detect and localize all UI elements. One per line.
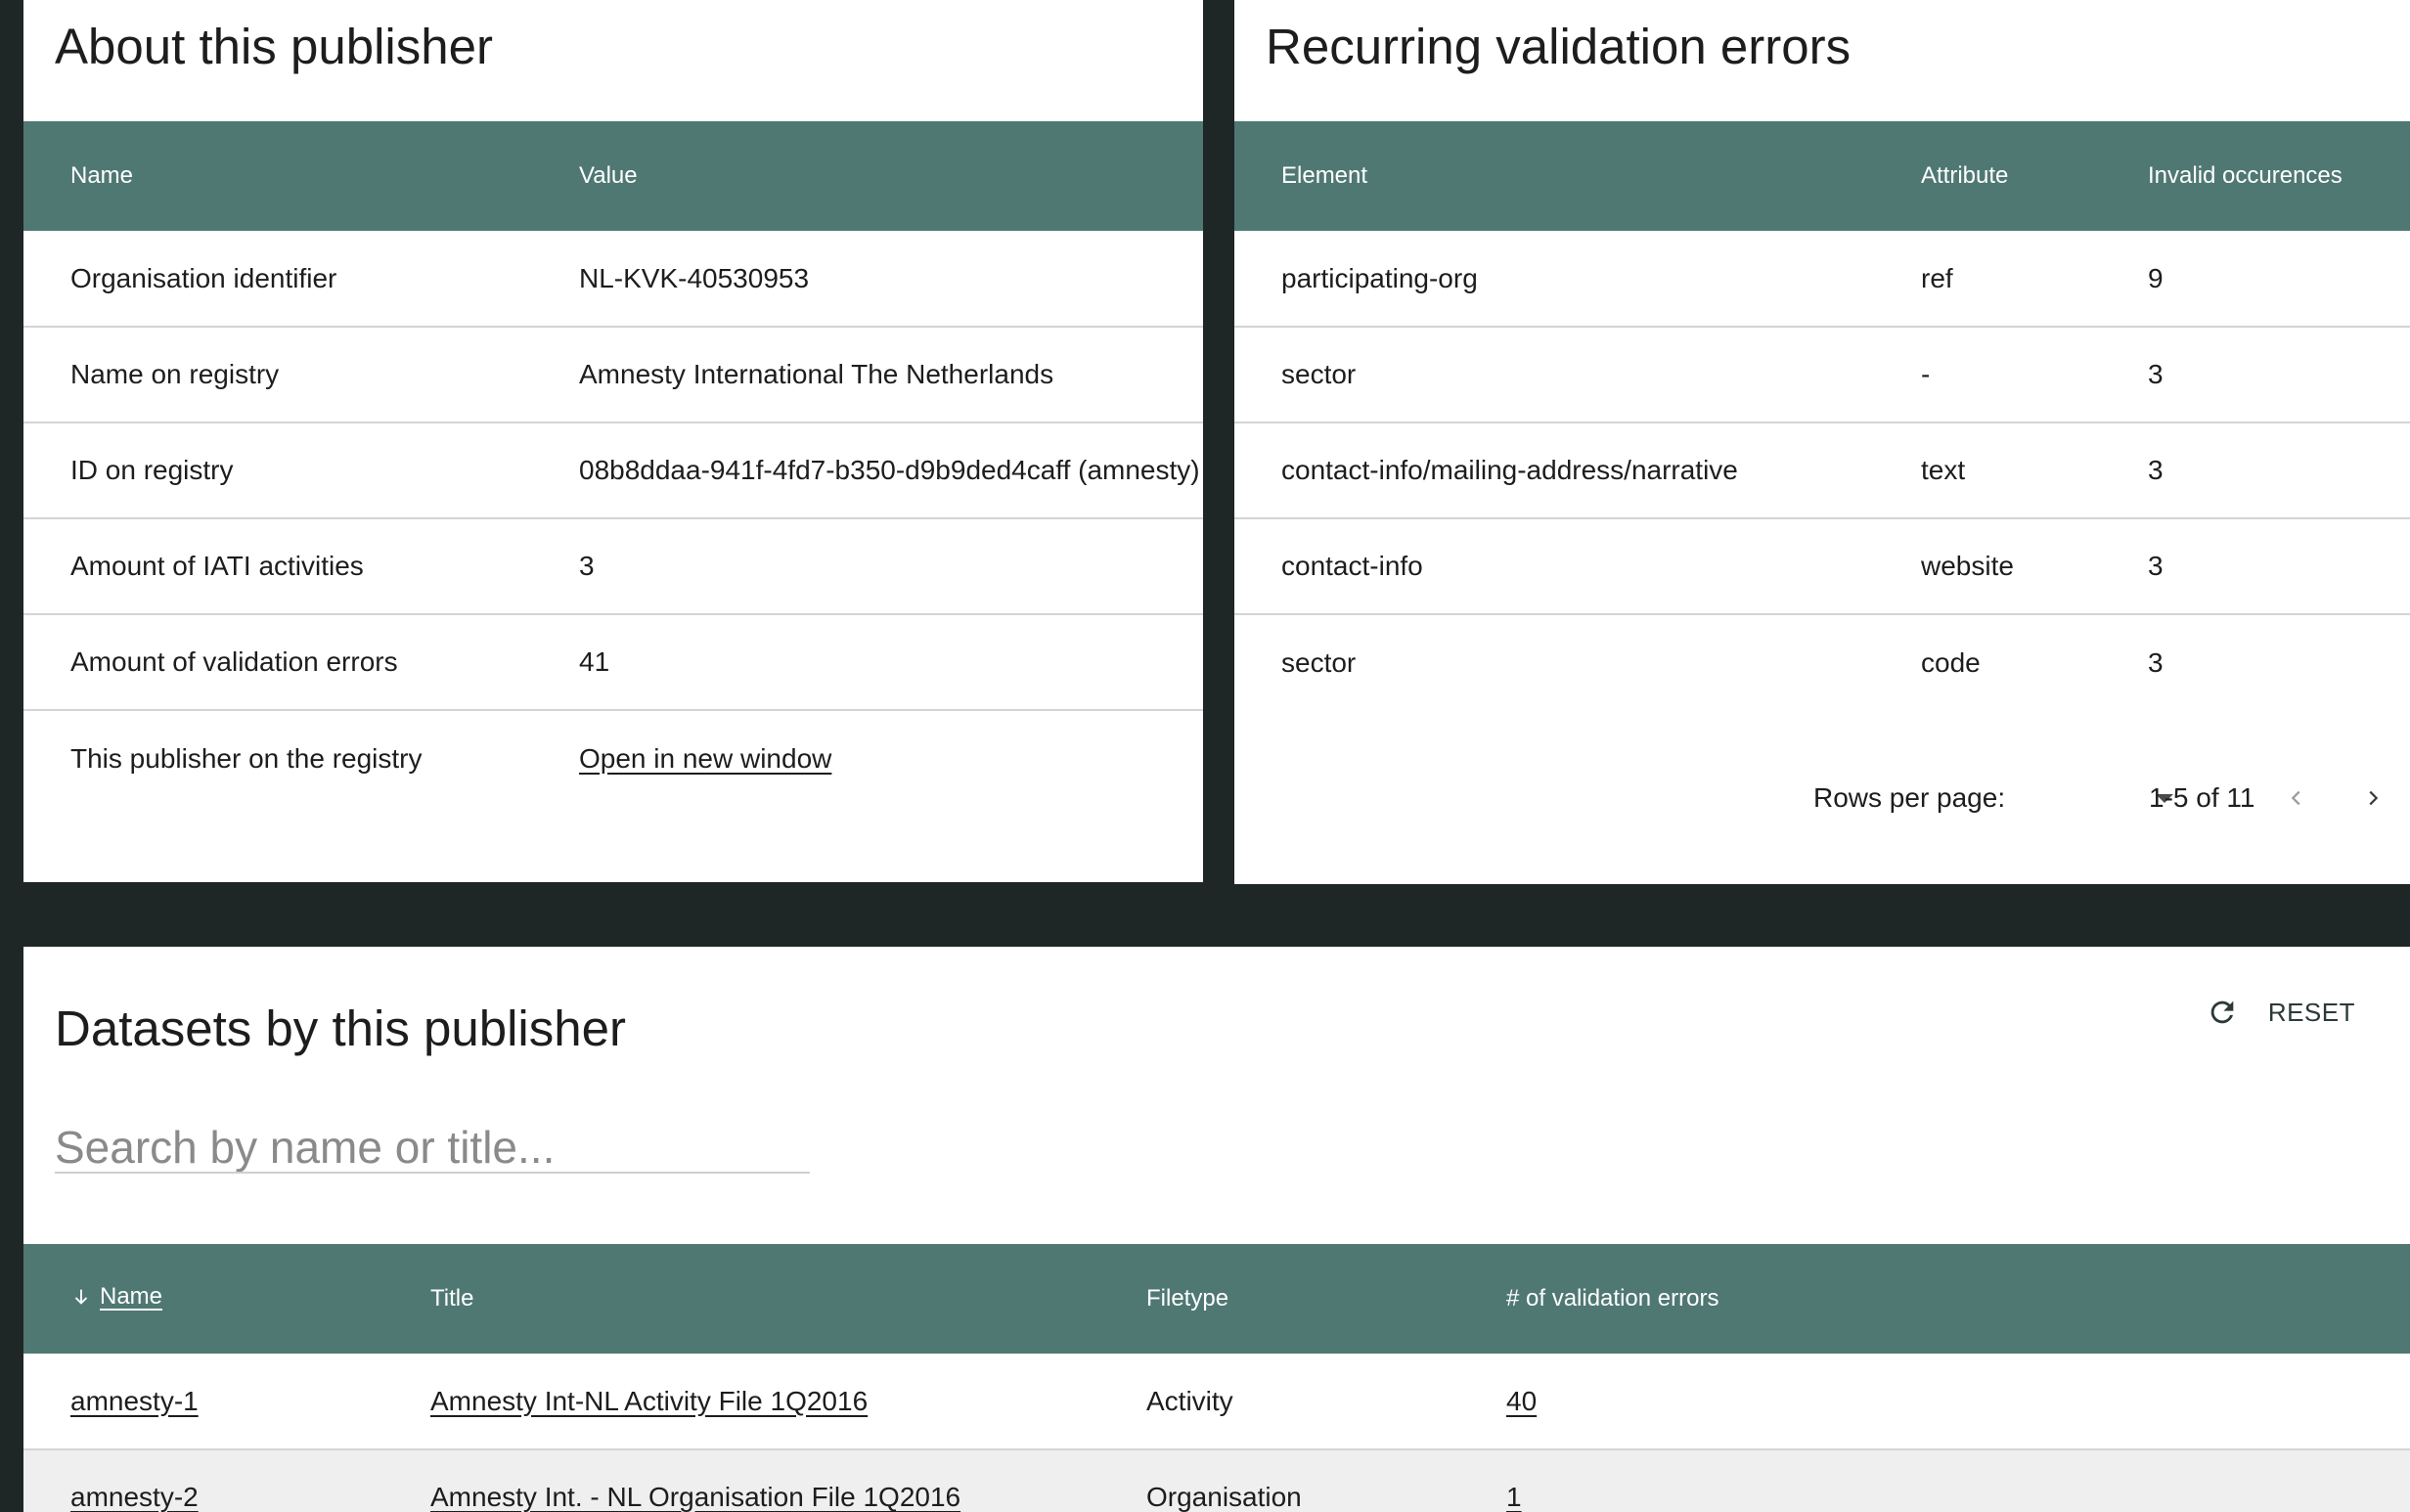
row-label: Name on registry: [23, 327, 532, 423]
error-element: participating-org: [1234, 231, 1874, 328]
chevron-right-icon: [2369, 790, 2379, 806]
error-attribute: text: [1874, 422, 2101, 519]
table-row: contact-info/mailing-address/narrative t…: [1234, 422, 2410, 519]
row-value: Amnesty International The Netherlands: [532, 327, 1203, 423]
open-registry-link[interactable]: Open in new window: [579, 743, 831, 774]
refresh-icon: [2210, 1001, 2234, 1024]
row-label: This publisher on the registry: [70, 742, 423, 774]
error-element: sector: [1281, 646, 1357, 678]
dataset-name-cell: amnesty-1: [23, 1354, 383, 1450]
column-header-value: Value: [579, 162, 638, 189]
error-element: contact-info: [1234, 518, 1874, 615]
error-attribute: ref: [1874, 231, 2101, 328]
table-row: contact-info website 3: [1234, 518, 2410, 615]
row-value: 41: [532, 614, 1203, 711]
table-row: Name on registry Amnesty International T…: [23, 327, 1203, 423]
column-header-occurences: Invalid occurences: [2148, 162, 2343, 189]
table-row: amnesty-1 Amnesty Int-NL Activity File 1…: [23, 1354, 2410, 1450]
error-count: 3: [2101, 518, 2410, 615]
error-element: contact-info/mailing-address/narrative: [1234, 422, 1874, 519]
column-header-validation-errors: # of validation errors: [1506, 1285, 1719, 1312]
dataset-errors-cell: 40: [1459, 1354, 2410, 1450]
table-header-row: Name Title Filetype # of validation erro…: [23, 1244, 2410, 1354]
dataset-name-link[interactable]: amnesty-2: [70, 1482, 199, 1512]
row-label: Amount of validation errors: [23, 614, 532, 711]
table-header-row: Name Value: [23, 121, 1203, 231]
table-header-row: Element Attribute Invalid occurences: [1234, 121, 2410, 231]
row-value: 3: [532, 518, 1203, 615]
table-row: This publisher on the registry Open in n…: [23, 710, 1203, 806]
row-label: Amount of IATI activities: [23, 518, 532, 615]
column-header-title: Title: [430, 1285, 474, 1312]
validation-errors-card: Recurring validation errors Element Attr…: [1234, 0, 2410, 884]
dataset-title-cell: Amnesty Int. - NL Organisation File 1Q20…: [383, 1449, 1099, 1512]
error-count: 3: [2148, 646, 2164, 678]
row-label: ID on registry: [23, 422, 532, 519]
dataset-title-cell: Amnesty Int-NL Activity File 1Q2016: [383, 1354, 1099, 1450]
error-attribute: website: [1874, 518, 2101, 615]
column-header-filetype: Filetype: [1146, 1285, 1229, 1312]
dataset-name-link[interactable]: amnesty-1: [70, 1386, 199, 1416]
reset-button[interactable]: RESET: [2206, 988, 2355, 1037]
about-publisher-title: About this publisher: [55, 19, 493, 74]
datasets-title: Datasets by this publisher: [55, 1001, 626, 1056]
previous-page-button[interactable]: [2275, 777, 2318, 820]
next-page-button[interactable]: [2351, 777, 2394, 820]
dataset-errors-link[interactable]: 40: [1506, 1386, 1537, 1416]
chevron-left-icon: [2291, 790, 2300, 806]
row-value: NL-KVK-40530953: [532, 231, 1203, 328]
validation-errors-table: Element Attribute Invalid occurences par…: [1234, 121, 2410, 710]
dataset-errors-link[interactable]: 1: [1506, 1482, 1522, 1512]
table-row: participating-org ref 9: [1234, 231, 2410, 328]
error-attribute: -: [1874, 327, 2101, 423]
rows-per-page-label: Rows per page:: [1813, 782, 2006, 813]
error-count: 3: [2101, 422, 2410, 519]
column-header-element: Element: [1281, 162, 1368, 189]
table-row: Amount of validation errors 41: [23, 614, 1203, 711]
pagination-range: 1-5 of 11: [2149, 782, 2255, 813]
table-row: Amount of IATI activities 3: [23, 518, 1203, 615]
column-header-name: Name: [70, 162, 134, 189]
table-row: ID on registry 08b8ddaa-941f-4fd7-b350-d…: [23, 422, 1203, 519]
table-row: sector code 3: [1234, 614, 2410, 710]
table-pagination: Rows per page: 1-5 of 11: [1234, 765, 2410, 831]
datasets-table: Name Title Filetype # of validation erro…: [23, 1244, 2410, 1512]
column-header-name[interactable]: Name: [23, 1244, 383, 1354]
table-row: sector - 3: [1234, 327, 2410, 423]
dataset-title-link[interactable]: Amnesty Int. - NL Organisation File 1Q20…: [430, 1482, 960, 1512]
search-input[interactable]: [55, 1123, 810, 1172]
column-header-attribute: Attribute: [1921, 162, 2009, 189]
error-attribute: code: [1921, 646, 1981, 678]
error-count: 3: [2101, 327, 2410, 423]
dataset-name-cell: amnesty-2: [23, 1449, 383, 1512]
row-value: Open in new window: [532, 710, 1203, 806]
row-label: Organisation identifier: [23, 231, 532, 328]
error-count: 9: [2101, 231, 2410, 328]
search-field: [55, 1123, 810, 1174]
dataset-filetype: Activity: [1099, 1354, 1459, 1450]
sort-by-name-link[interactable]: Name: [100, 1283, 162, 1311]
datasets-card: Datasets by this publisher RESET Name Ti…: [23, 947, 2410, 1512]
table-row: Organisation identifier NL-KVK-40530953: [23, 231, 1203, 328]
table-row: amnesty-2 Amnesty Int. - NL Organisation…: [23, 1449, 2410, 1512]
arrow-down-icon: [74, 1289, 88, 1305]
about-publisher-card: About this publisher Name Value Organisa…: [23, 0, 1203, 882]
dataset-errors-cell: 1: [1459, 1449, 2410, 1512]
validation-errors-title: Recurring validation errors: [1266, 19, 1852, 74]
dataset-title-link[interactable]: Amnesty Int-NL Activity File 1Q2016: [430, 1386, 868, 1416]
about-publisher-table: Name Value Organisation identifier NL-KV…: [23, 121, 1203, 806]
row-value: 08b8ddaa-941f-4fd7-b350-d9b9ded4caff (am…: [532, 422, 1203, 519]
error-element: sector: [1234, 327, 1874, 423]
reset-label: RESET: [2267, 997, 2355, 1027]
dataset-filetype: Organisation: [1099, 1449, 1459, 1512]
